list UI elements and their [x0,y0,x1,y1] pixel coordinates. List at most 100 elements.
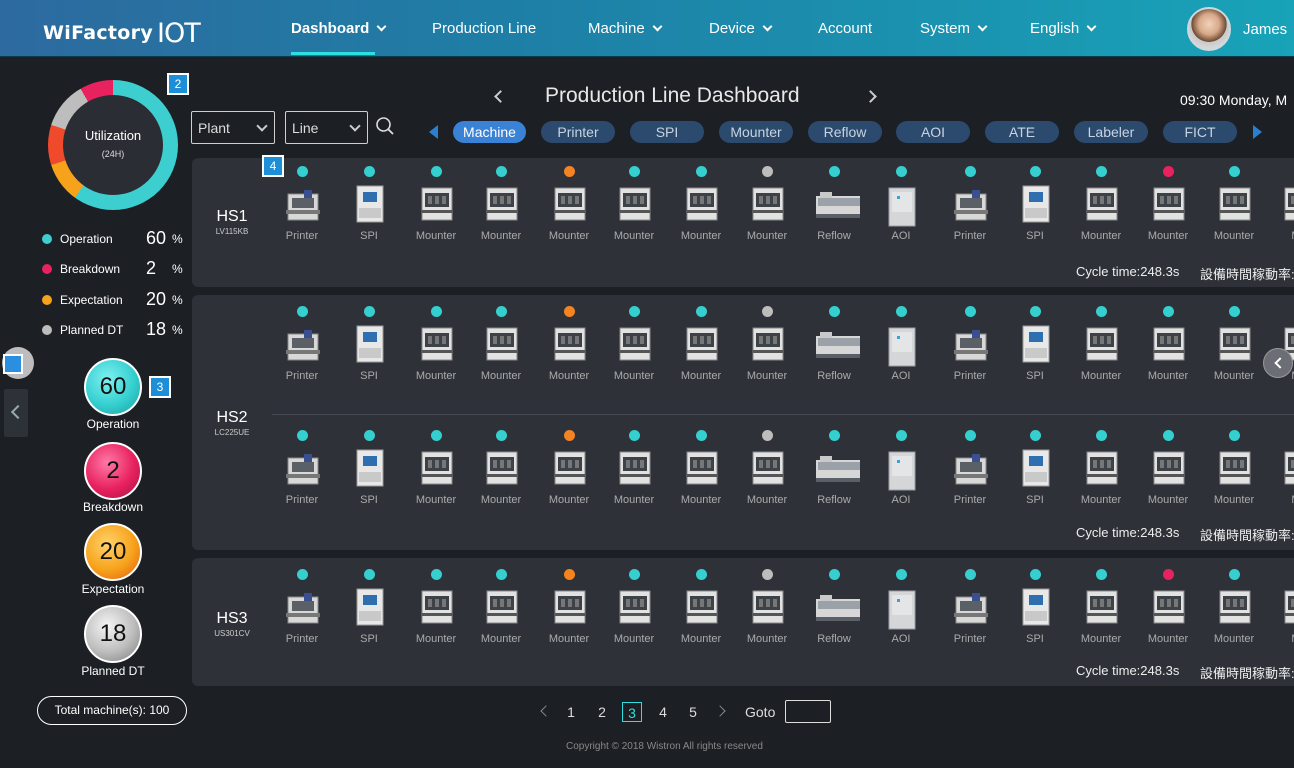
machine-aoi[interactable]: AOI [871,569,931,669]
prev-dashboard-arrow[interactable] [494,90,507,103]
machine-mounter[interactable]: Mounter [737,430,797,530]
machine-mounter[interactable]: Mounter [671,569,731,669]
pagination-next-arrow[interactable] [714,705,726,717]
user-name[interactable]: James [1243,21,1287,38]
page-1-button[interactable]: 1 [561,702,581,722]
machine-printer[interactable]: Printer [940,569,1000,669]
machine-mounter[interactable]: Mounter [1138,166,1198,266]
tab-spi[interactable]: SPI [630,121,704,143]
machine-mounter[interactable]: Mounter [539,306,599,406]
goto-page-input[interactable] [785,700,831,723]
machine-printer[interactable]: Printer [272,569,332,669]
machine-mounter[interactable]: Mounter [1138,430,1198,530]
machine-spi[interactable]: SPI [1005,569,1065,669]
tab-ate[interactable]: ATE [985,121,1059,143]
machine-mounter[interactable]: Mounter [539,166,599,266]
production-line-card[interactable]: HS2 LC225UE Printer SPI Mounter Mounter Mounte… [192,295,1294,550]
machine-printer[interactable]: Printer [272,430,332,530]
nav-item-dashboard[interactable]: Dashboard [291,20,387,37]
machine-spi[interactable]: SPI [1005,306,1065,406]
stat-circle-operation[interactable]: 60 [84,358,142,416]
tab-reflow[interactable]: Reflow [808,121,882,143]
machine-printer[interactable]: Printer [940,306,1000,406]
machine-mounter[interactable]: Mounter [539,569,599,669]
machine-mounter[interactable]: Mounter [1071,166,1131,266]
nav-item-device[interactable]: Device [709,20,773,37]
tab-mounter[interactable]: Mounter [719,121,793,143]
production-line-card[interactable]: HS3 US301CV Printer SPI Mounter Mounter Mounte… [192,558,1294,686]
machine-mounter[interactable]: Mounter [604,430,664,530]
page-3-button[interactable]: 3 [622,702,642,722]
machine-mounter[interactable]: Mounter [671,166,731,266]
nav-item-machine[interactable]: Machine [588,20,663,37]
machine-reflow[interactable]: Reflow [804,430,864,530]
machine-reflow[interactable]: Reflow [804,166,864,266]
brand-logo[interactable]: WiFactory IOT [43,15,201,49]
machine-aoi[interactable]: AOI [871,306,931,406]
machine-mounter[interactable]: Mounter [604,166,664,266]
machine-mounter[interactable]: Mounter [737,306,797,406]
machine-mounter[interactable]: Mounter [1204,430,1264,530]
page-5-button[interactable]: 5 [683,702,703,722]
machine-spi[interactable]: SPI [1005,430,1065,530]
tab-machine[interactable]: Machine [453,121,526,143]
machine-mounter[interactable]: Mounter [1138,569,1198,669]
machine-spi[interactable]: SPI [339,166,399,266]
machine-spi[interactable]: SPI [339,430,399,530]
machine-mounter[interactable]: Mounter [671,306,731,406]
side-toggle-icon[interactable] [3,354,23,374]
machine-mounter[interactable]: Mounter [471,166,531,266]
page-4-button[interactable]: 4 [653,702,673,722]
nav-item-english[interactable]: English [1030,20,1097,37]
machine-mounter[interactable]: Mounter [1204,569,1264,669]
machine-mounter[interactable]: Mounter [471,569,531,669]
row-scroll-left-button[interactable] [1263,348,1293,378]
machine-mounter[interactable]: Mounter [1071,306,1131,406]
machine-mounter[interactable]: Mounter [406,306,466,406]
line-select[interactable]: Line [285,111,368,144]
plant-select[interactable]: Plant [191,111,275,144]
machine-printer[interactable]: Printer [940,166,1000,266]
tab-labeler[interactable]: Labeler [1074,121,1148,143]
sidebar-collapse-button[interactable] [4,389,28,437]
machine-aoi[interactable]: AOI [871,166,931,266]
machine-mo[interactable]: Mo [1269,569,1294,669]
machine-mounter[interactable]: Mounter [1204,166,1264,266]
machine-spi[interactable]: SPI [339,569,399,669]
production-line-card[interactable]: HS1 LV115KB Printer SPI Mounter Mounter Mounte… [192,158,1294,287]
nav-item-production-line[interactable]: Production Line [432,20,536,37]
machine-mounter[interactable]: Mounter [604,306,664,406]
stat-circle-expectation[interactable]: 20 [84,523,142,581]
machine-mounter[interactable]: Mounter [539,430,599,530]
machine-mounter[interactable]: Mounter [406,569,466,669]
machine-printer[interactable]: Printer [940,430,1000,530]
machine-mounter[interactable]: Mounter [406,166,466,266]
machine-reflow[interactable]: Reflow [804,306,864,406]
page-2-button[interactable]: 2 [592,702,612,722]
machine-spi[interactable]: SPI [1005,166,1065,266]
machine-spi[interactable]: SPI [339,306,399,406]
pagination-prev-arrow[interactable] [540,705,552,717]
machine-printer[interactable]: Printer [272,306,332,406]
nav-item-account[interactable]: Account [818,20,872,37]
stat-circle-planned-dt[interactable]: 18 [84,605,142,663]
machine-mounter[interactable]: Mounter [1138,306,1198,406]
machine-printer[interactable]: Printer [272,166,332,266]
machine-mo[interactable]: Mo [1269,430,1294,530]
tab-aoi[interactable]: AOI [896,121,970,143]
tab-printer[interactable]: Printer [541,121,615,143]
machine-mounter[interactable]: Mounter [1204,306,1264,406]
machine-mounter[interactable]: Mounter [1071,430,1131,530]
machine-mounter[interactable]: Mounter [471,430,531,530]
machine-mounter[interactable]: Mounter [671,430,731,530]
tab-fict[interactable]: FICT [1163,121,1237,143]
machine-mounter[interactable]: Mounter [1071,569,1131,669]
machine-reflow[interactable]: Reflow [804,569,864,669]
next-dashboard-arrow[interactable] [864,90,877,103]
machine-mounter[interactable]: Mounter [737,569,797,669]
machine-mo[interactable]: Mo [1269,166,1294,266]
machine-mounter[interactable]: Mounter [471,306,531,406]
machine-mounter[interactable]: Mounter [604,569,664,669]
machine-aoi[interactable]: AOI [871,430,931,530]
machine-mounter[interactable]: Mounter [406,430,466,530]
